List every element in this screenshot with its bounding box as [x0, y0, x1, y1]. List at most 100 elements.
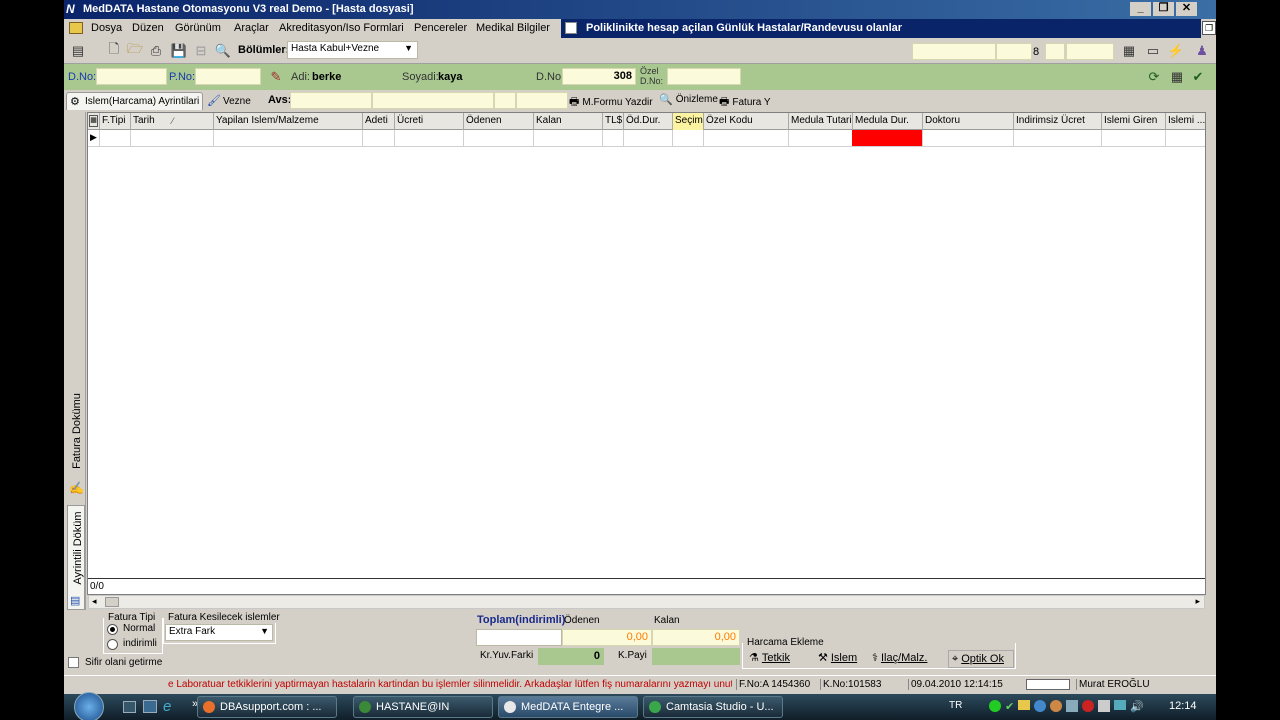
taskbar-item-camtasia[interactable]: Camtasia Studio - U... [643, 696, 783, 718]
new-file-icon[interactable]: 🗋 [106, 41, 122, 59]
user-icon[interactable]: ♟ [1194, 42, 1210, 60]
toolbar-field-4[interactable] [1066, 43, 1114, 60]
col-islemi-more[interactable]: Islemi ... [1165, 113, 1205, 130]
avs-field-4[interactable] [516, 92, 568, 109]
tray-monitor-icon[interactable] [1114, 700, 1127, 710]
data-grid[interactable] [87, 112, 1206, 595]
col-yapilan-islem[interactable]: Yapilan Islem/Malzeme [213, 113, 362, 130]
menu-pencereler[interactable]: Pencereler [414, 22, 467, 34]
menu-medikal[interactable]: Medikal Bilgiler [476, 22, 550, 34]
ilac-button[interactable]: ⚕ Ilaç/Malz. [872, 651, 927, 665]
col-ftipi[interactable]: F.Tipi [99, 113, 130, 130]
menu-duzen[interactable]: Düzen [132, 22, 164, 34]
fatura-button[interactable]: 🖶 Fatura Y [719, 93, 771, 112]
calendar-small-icon[interactable]: ▦ [1169, 69, 1185, 85]
card-icon[interactable]: ▭ [1145, 43, 1161, 59]
lightning-icon[interactable]: ⚡ [1168, 43, 1184, 59]
medula-status-cell[interactable] [852, 130, 922, 146]
tray-mail-icon[interactable] [1018, 700, 1031, 710]
tab-vezne[interactable]: 🖌 Vezne [205, 92, 261, 110]
tray-shield-icon[interactable] [1034, 700, 1047, 712]
doc-tab[interactable]: Poliklinikte hesap açilan Günlük Hastala… [561, 19, 1201, 38]
calendar-icon[interactable]: ▦ [1121, 43, 1137, 59]
col-secim[interactable]: Seçim [672, 113, 703, 130]
col-islemi-giren[interactable]: Islemi Giren [1101, 113, 1165, 130]
col-medula-tutari[interactable]: Medula Tutari [788, 113, 852, 130]
avs-field-2[interactable] [372, 92, 494, 109]
clock[interactable]: 12:14 [1169, 700, 1197, 712]
menu-dosya[interactable]: Dosya [91, 22, 122, 34]
col-adeti[interactable]: Adeti [362, 113, 394, 130]
bolumler-select[interactable]: Hasta Kabul+Vezne ▼ [287, 41, 418, 59]
col-doktoru[interactable]: Doktoru [922, 113, 1013, 130]
col-od-dur[interactable]: Öd.Dur. [623, 113, 672, 130]
mformu-button[interactable]: 🖶 M.Formu Yazdir [569, 93, 653, 112]
col-indirimsiz[interactable]: Indirimsiz Ücret [1013, 113, 1101, 130]
dno-field[interactable] [96, 68, 167, 85]
grid-tool-icon[interactable]: ▤ [70, 43, 86, 59]
menu-gorunum[interactable]: Görünüm [175, 22, 221, 34]
avs-field-1[interactable] [290, 92, 372, 109]
delete-icon[interactable]: ⊟ [193, 43, 209, 59]
tetkik-button[interactable]: ⚗ Tetkik [749, 651, 790, 665]
dno2-field[interactable]: 308 [562, 68, 636, 85]
sifir-label: Sifir olani getirme [85, 657, 163, 668]
doc-close-icon[interactable]: ❐ [1202, 21, 1216, 35]
toolbar-field-1[interactable] [912, 43, 996, 60]
horizontal-scrollbar[interactable]: ◂ ▸ [88, 595, 1205, 609]
print-icon[interactable]: ⎙ [148, 43, 164, 59]
islem-button[interactable]: ⚒ Islem [818, 651, 857, 665]
save-icon[interactable]: 💾 [171, 43, 187, 59]
printer-icon: 🖶 [719, 96, 730, 108]
close-icon[interactable]: ✕ [1176, 2, 1197, 16]
explorer-icon[interactable] [143, 700, 157, 713]
optik-button[interactable]: ⌖ Optik Ok [948, 650, 1014, 668]
minimize-icon[interactable]: _ [1130, 2, 1151, 16]
tray-green-icon[interactable] [989, 700, 1001, 712]
ozel-dno-field[interactable] [667, 68, 741, 85]
side-tab-ayrintili[interactable]: Ayrintili Döküm ▤ [67, 505, 85, 610]
tray-network-icon[interactable] [1066, 700, 1079, 712]
lang-indicator[interactable]: TR [949, 700, 962, 711]
doc-tab-icon [565, 22, 577, 34]
onizleme-button[interactable]: 🔍 Önizleme [659, 93, 718, 106]
side-tab-fatura-dokumu[interactable]: Fatura Dokümu ✍ [67, 375, 85, 500]
tray-flag-icon[interactable] [1098, 700, 1111, 712]
taskbar-item-dbasupport[interactable]: DBAsupport.com : ... [197, 696, 337, 718]
open-folder-icon[interactable]: 🗁 [126, 41, 144, 59]
toolbar-field-3[interactable] [1045, 43, 1065, 60]
chevron-down-icon: ▼ [404, 43, 413, 53]
table-row[interactable] [88, 130, 1205, 147]
toolbar-field-2[interactable] [996, 43, 1032, 60]
scroll-left-icon[interactable]: ◂ [92, 596, 97, 607]
tray-chat-icon[interactable] [1050, 700, 1063, 712]
check-icon[interactable]: ✔ [1190, 69, 1206, 85]
avs-field-3[interactable] [494, 92, 516, 109]
col-odenen[interactable]: Ödenen [463, 113, 533, 130]
scroll-thumb[interactable] [105, 597, 119, 607]
col-ozel-kodu[interactable]: Özel Kodu [703, 113, 788, 130]
col-tl[interactable]: TL$ [602, 113, 623, 130]
start-orb-icon[interactable] [74, 692, 104, 720]
volume-icon[interactable]: 🔊 [1130, 700, 1144, 713]
restore-icon[interactable]: ❐ [1153, 2, 1174, 16]
tray-record-icon[interactable] [1082, 700, 1095, 712]
col-ucreti[interactable]: Ücreti [394, 113, 463, 130]
col-kalan[interactable]: Kalan [533, 113, 602, 130]
preview-icon[interactable]: 🔍 [215, 43, 231, 59]
pen-icon[interactable]: ✎ [268, 69, 284, 85]
grid-corner-icon[interactable]: ▦ [89, 115, 98, 127]
col-medula-dur[interactable]: Medula Dur. [852, 113, 922, 130]
refresh-icon[interactable]: ⟳ [1146, 69, 1162, 85]
show-desktop-icon[interactable] [123, 701, 136, 713]
taskbar-item-meddata[interactable]: MedDATA Entegre ... [498, 696, 638, 718]
kesilecek-select[interactable]: Extra Fark ▼ [165, 624, 273, 641]
tab-islem[interactable]: ⚙ Islem(Harcama) Ayrintilari [66, 92, 203, 110]
ie-icon[interactable]: e [163, 698, 171, 715]
taskbar-item-hastane[interactable]: HASTANE@IN [353, 696, 493, 718]
pno-field[interactable] [195, 68, 261, 85]
scroll-right-icon[interactable]: ▸ [1195, 596, 1200, 607]
tray-check-icon[interactable]: ✔ [1005, 700, 1014, 713]
menu-araclar[interactable]: Araçlar [234, 22, 269, 34]
menu-akreditasyon[interactable]: Akreditasyon/Iso Formlari [279, 22, 404, 34]
